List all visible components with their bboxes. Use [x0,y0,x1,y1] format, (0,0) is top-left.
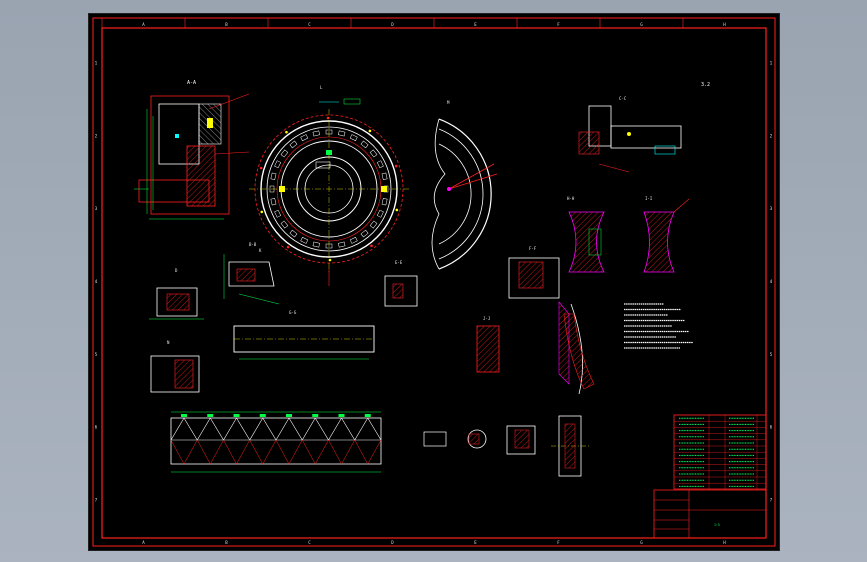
truss-beam-view [170,411,382,473]
view-k-label: K [259,248,262,253]
zone-number-left: 1 [95,60,98,65]
half-ring-section: M [431,100,498,270]
zone-number-right: 2 [770,133,773,138]
roughness-note: 3.2 [701,82,710,88]
zone-letter-top: B [225,22,228,27]
section-jj-label: J-J [483,316,490,321]
section-cc-view: C-C 3.2 [578,82,710,173]
zone-letter-bottom: H [723,540,726,545]
zone-marks: A A B B C C D D E E F F G G H H 1 1 2 2 3 3 4 4 5 5 6 6 7 7 [95,18,773,545]
zone-number-left: 4 [95,279,98,284]
section-ff-view: F-F [508,246,560,299]
section-bb-view: B-B [223,242,280,305]
zone-letter-top: G [640,22,643,27]
zone-number-left: 6 [95,425,98,430]
zone-letter-bottom: G [640,540,643,545]
zone-letter-top: E [474,22,477,27]
zone-letter-bottom: E [474,540,477,545]
section-ii-view: I-I [643,196,690,273]
zone-letter-bottom: F [557,540,560,545]
section-aa-label: A-A [187,80,196,86]
zone-number-right: 6 [770,425,773,430]
section-cc-label: C-C [619,96,627,101]
detail-n-view: N [150,340,200,393]
cad-drawing: A A B B C C D D E E F F G G H H 1 1 2 2 3 3 4 4 5 5 6 6 7 7 A-A [92,17,776,547]
detail-d-view: D [149,268,204,320]
zone-letter-bottom: D [391,540,394,545]
zone-letter-top: F [557,22,560,27]
zone-number-right: 3 [770,206,773,211]
zone-number-left: 3 [95,206,98,211]
zone-number-left: 2 [95,133,98,138]
section-hh-label: H-H [567,196,575,201]
section-ee-view: E-E [384,260,418,307]
section-bb-label: B-B [249,242,257,247]
section-aa-view: A-A [134,80,250,220]
technical-notes [624,303,693,349]
zone-letter-top: C [308,22,311,27]
zone-letter-bottom: C [308,540,311,545]
view-l-label: L [320,85,323,90]
zone-number-right: 5 [770,352,773,357]
section-ii-label: I-I [645,196,653,201]
zone-letter-bottom: A [142,540,145,545]
zone-letter-top: A [142,22,145,27]
shaft-view: G-G [233,310,375,360]
cad-viewport[interactable]: A A B B C C D D E E F F G G H H 1 1 2 2 3 3 4 4 5 5 6 6 7 7 A-A L K M… [88,13,780,551]
zone-letter-top: H [723,22,726,27]
view-n-label: N [167,340,170,345]
zone-number-left: 7 [95,498,98,503]
zone-number-right: 1 [770,60,773,65]
section-gg-label: G-G [289,310,297,315]
sheet-scale: 1:5 [714,523,720,527]
bottom-details [423,415,589,477]
section-hh-view: H-H [567,196,605,273]
view-d-label: D [175,268,178,273]
view-m-label: M [447,100,450,105]
section-ff-label: F-F [529,246,537,251]
outer-frame [92,17,776,547]
zone-letter-bottom: B [225,540,228,545]
zone-number-left: 5 [95,352,98,357]
section-ee-label: E-E [395,260,403,265]
zone-number-right: 7 [770,498,773,503]
zone-number-right: 4 [770,279,773,284]
main-ring-view: L K [249,85,409,286]
title-block: 1:5 [653,414,767,539]
zone-letter-top: D [391,22,394,27]
